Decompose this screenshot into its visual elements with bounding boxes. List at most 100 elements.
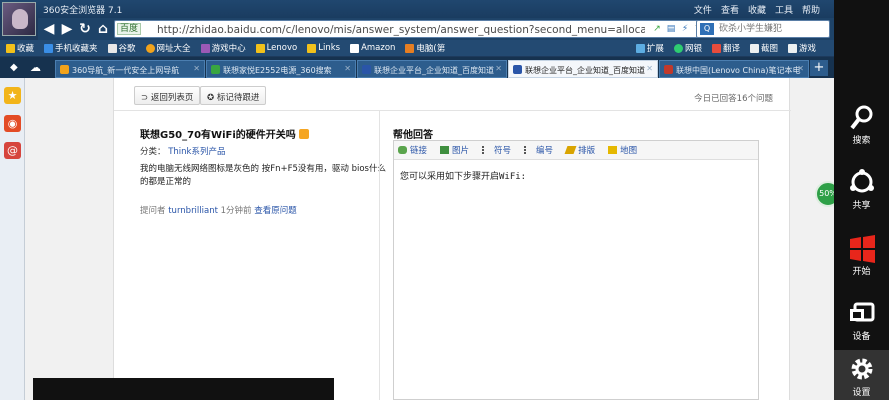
tab-360-search[interactable]: 联想家悦E2552电源_360搜索 ✕ bbox=[206, 60, 356, 78]
charm-devices[interactable]: 设备 bbox=[834, 294, 889, 349]
close-icon[interactable]: ✕ bbox=[646, 64, 653, 73]
view-original-link[interactable]: 查看原问题 bbox=[254, 206, 297, 216]
question-category: 分类： Think系列产品 bbox=[140, 147, 226, 157]
editor-content[interactable]: 您可以采用如下步骤开启WiFi: bbox=[400, 169, 526, 182]
map-icon bbox=[608, 146, 618, 154]
menu-view[interactable]: 查看 bbox=[721, 3, 739, 16]
bookmark-computer[interactable]: 电脑(第 bbox=[405, 42, 445, 54]
search-icon[interactable]: Q bbox=[700, 23, 714, 35]
symbol-icon bbox=[482, 146, 491, 154]
screenshot-button[interactable]: 截图 bbox=[749, 42, 778, 54]
close-icon[interactable]: ✕ bbox=[495, 64, 502, 73]
charm-start[interactable]: 开始 bbox=[834, 229, 889, 284]
answer-editor[interactable]: 链接 图片 符号 编号 排版 地图 您可以采用如下步骤开启WiFi: bbox=[393, 140, 759, 400]
grid-icon bbox=[635, 43, 645, 53]
online-bank-button[interactable]: 网银 bbox=[673, 42, 702, 54]
close-icon[interactable]: ✕ bbox=[193, 64, 200, 73]
left-sidebar: ★ ◉ @ bbox=[0, 78, 25, 400]
answer-title: 帮他回答 bbox=[393, 130, 433, 141]
cloud-icon[interactable]: ☁ bbox=[30, 61, 41, 74]
bookmark-amazon[interactable]: Amazon bbox=[350, 43, 395, 53]
star-icon bbox=[6, 43, 15, 53]
insert-map-button[interactable]: 地图 bbox=[608, 144, 637, 156]
translate-icon bbox=[711, 43, 721, 53]
menu-favorites[interactable]: 收藏 bbox=[748, 3, 766, 16]
share-icon[interactable]: ↗ bbox=[651, 23, 663, 35]
charm-search[interactable]: 搜索 bbox=[834, 98, 889, 153]
image-icon bbox=[440, 146, 450, 154]
close-icon[interactable]: ✕ bbox=[344, 64, 351, 73]
gear-icon bbox=[851, 358, 873, 380]
gamepad-icon bbox=[200, 43, 210, 53]
tab-lenovo-china[interactable]: 联想中国(Lenovo China)笔记本电 ✕ bbox=[659, 60, 809, 78]
back-arrow-icon[interactable]: ◀ bbox=[40, 20, 58, 38]
favorites-star-icon[interactable]: ★ bbox=[4, 87, 21, 104]
weibo-icon[interactable]: ◉ bbox=[4, 115, 21, 132]
today-answered-count: 今日已回答16个问题 bbox=[694, 94, 773, 104]
extensions-button[interactable]: 扩展 bbox=[635, 42, 664, 54]
baidu-icon bbox=[513, 65, 522, 74]
insert-image-button[interactable]: 图片 bbox=[440, 144, 469, 156]
layout-button[interactable]: 排版 bbox=[564, 144, 595, 156]
bookmark-mobile[interactable]: 手机收藏夹 bbox=[44, 42, 98, 54]
answer-page: ⊃ 返回列表页 ✪ 标记待跟进 今日已回答16个问题 联想G50_70有WiFi… bbox=[113, 78, 791, 400]
bookmark-bar: 收藏 手机收藏夹 谷歌 网址大全 游戏中心 Lenovo Links Amazo… bbox=[0, 40, 834, 56]
menu-help[interactable]: 帮助 bbox=[802, 3, 820, 16]
brush-icon bbox=[564, 146, 577, 154]
navigation-bar: ◀ ▶ ↻ ⌂ 百度 ↗ ▤ ⚡ ▽ Q bbox=[38, 18, 834, 40]
menu-tools[interactable]: 工具 bbox=[775, 3, 793, 16]
bookmark-lenovo[interactable]: Lenovo bbox=[255, 43, 297, 53]
folder-icon bbox=[255, 43, 265, 53]
baidu-icon bbox=[362, 65, 371, 74]
close-icon[interactable]: ✕ bbox=[797, 64, 804, 73]
home-icon[interactable]: ⌂ bbox=[94, 20, 112, 38]
category-link[interactable]: Think系列产品 bbox=[168, 147, 225, 157]
back-to-list-button[interactable]: ⊃ 返回列表页 bbox=[134, 86, 201, 105]
new-tab-button[interactable]: + bbox=[810, 60, 828, 76]
url-input[interactable] bbox=[157, 23, 645, 36]
games-button[interactable]: 游戏 bbox=[787, 42, 816, 54]
page-toolbar: ⊃ 返回列表页 ✪ 标记待跟进 今日已回答16个问题 bbox=[114, 78, 791, 111]
email-icon[interactable]: @ bbox=[4, 142, 21, 159]
search-box[interactable]: Q bbox=[696, 20, 830, 38]
bookmark-url-directory[interactable]: 网址大全 bbox=[145, 42, 191, 54]
question-panel: 联想G50_70有WiFi的硬件开关吗 分类： Think系列产品 我的电脑无线… bbox=[140, 126, 390, 216]
insert-link-button[interactable]: 链接 bbox=[398, 144, 427, 156]
x-logo-icon bbox=[405, 43, 415, 53]
bookmark-game-center[interactable]: 游戏中心 bbox=[200, 42, 246, 54]
question-body: 我的电脑无线网络图标是灰色的 按Fn+F5没有用，驱动 bios什么的都是正常的 bbox=[140, 164, 386, 187]
numbered-list-button[interactable]: 编号 bbox=[524, 144, 553, 156]
charm-settings[interactable]: 设置 bbox=[834, 350, 889, 400]
app-title: 360安全浏览器 7.1 bbox=[43, 6, 123, 16]
speed-mode-icon[interactable]: ⚡ bbox=[679, 23, 691, 35]
menu-file[interactable]: 文件 bbox=[694, 3, 712, 16]
tab-bar: ◆ ☁ 360导航_新一代安全上网导航 ✕ 联想家悦E2552电源_360搜索 ✕ … bbox=[0, 57, 834, 78]
bookmark-favorites[interactable]: 收藏 bbox=[6, 42, 34, 54]
refresh-icon[interactable]: ↻ bbox=[76, 20, 94, 38]
insert-symbol-button[interactable]: 符号 bbox=[482, 144, 511, 156]
tab-360-navigation[interactable]: 360导航_新一代安全上网导航 ✕ bbox=[55, 60, 205, 78]
tag-icon[interactable]: ◆ bbox=[10, 62, 18, 73]
address-bar[interactable]: 百度 ↗ ▤ ⚡ ▽ bbox=[114, 20, 728, 38]
user-avatar[interactable] bbox=[2, 2, 36, 36]
title-bar: 360安全浏览器 7.1 文件 查看 收藏 工具 帮助 bbox=[0, 0, 834, 18]
bookmark-links[interactable]: Links bbox=[307, 43, 340, 53]
asker-link[interactable]: turnbrilliant bbox=[168, 206, 218, 216]
tab-baidu-zhidao[interactable]: 联想企业平台_企业知道_百度知道 ✕ bbox=[357, 60, 507, 78]
charm-share[interactable]: 共享 bbox=[834, 163, 889, 218]
question-time: 1分钟前 bbox=[220, 206, 252, 216]
forward-arrow-icon[interactable]: ▶ bbox=[58, 20, 76, 38]
search-engine-selector[interactable]: 百度 bbox=[117, 23, 142, 35]
tab-baidu-zhidao-active[interactable]: 联想企业平台_企业知道_百度知道 ✕ bbox=[508, 60, 658, 78]
folder-icon bbox=[307, 43, 317, 53]
bookmark-google[interactable]: 谷歌 bbox=[107, 42, 136, 54]
windows-logo-icon bbox=[850, 235, 875, 263]
mark-follow-up-button[interactable]: ✪ 标记待跟进 bbox=[200, 86, 267, 105]
rss-icon bbox=[299, 129, 310, 139]
search-input[interactable] bbox=[719, 23, 827, 35]
amazon-icon bbox=[350, 43, 360, 53]
reader-icon[interactable]: ▤ bbox=[665, 23, 677, 35]
editor-toolbar: 链接 图片 符号 编号 排版 地图 bbox=[394, 141, 758, 160]
search-icon bbox=[211, 65, 220, 74]
translate-button[interactable]: 翻译 bbox=[711, 42, 740, 54]
